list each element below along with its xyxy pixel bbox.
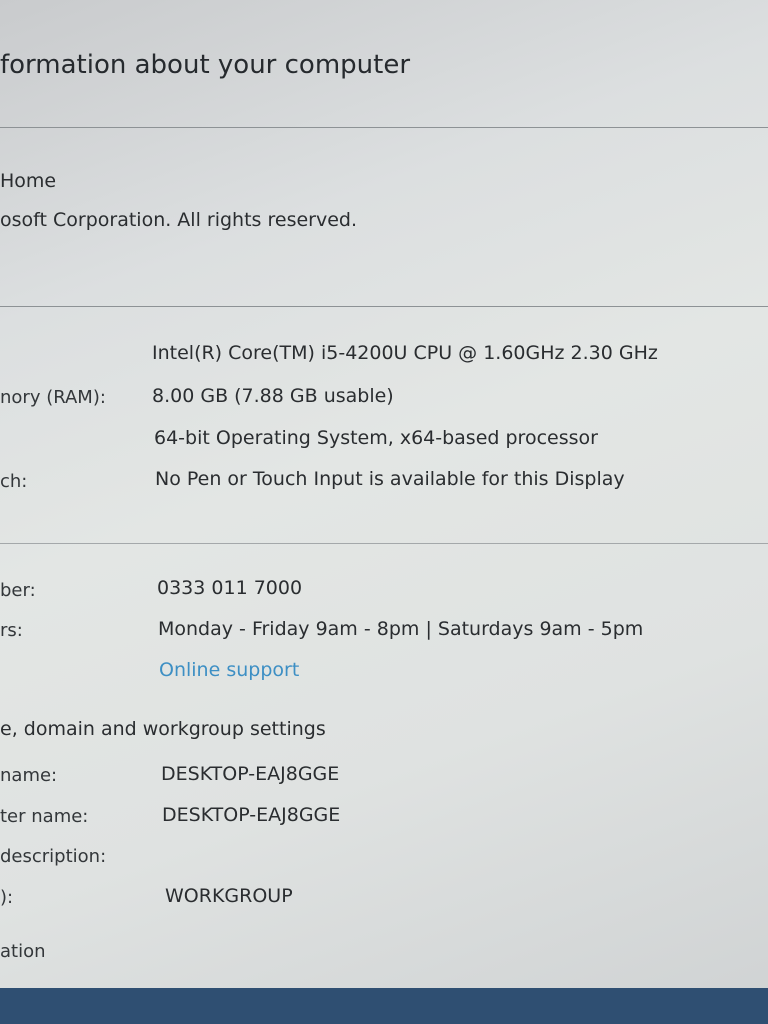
activation-heading: ation	[0, 941, 46, 962]
copyright-text: osoft Corporation. All rights reserved.	[0, 209, 358, 231]
computer-name-label: name:	[0, 765, 58, 786]
divider	[0, 127, 768, 128]
computer-settings-heading: e, domain and workgroup settings	[0, 718, 326, 740]
phone-label: ber:	[0, 580, 36, 601]
processor-value: Intel(R) Core(TM) i5-4200U CPU @ 1.60GHz…	[152, 342, 658, 364]
full-computer-name-label: ter name:	[0, 806, 89, 827]
hours-label: rs:	[0, 620, 23, 641]
pen-touch-value: No Pen or Touch Input is available for t…	[155, 468, 625, 490]
full-computer-name-value: DESKTOP-EAJ8GGE	[162, 804, 341, 826]
divider	[0, 543, 768, 544]
divider	[0, 306, 768, 307]
hours-value: Monday - Friday 9am - 8pm | Saturdays 9a…	[158, 618, 644, 640]
workgroup-value: WORKGROUP	[165, 885, 293, 907]
ram-value: 8.00 GB (7.88 GB usable)	[152, 385, 394, 407]
pen-touch-label: ch:	[0, 471, 28, 492]
system-type-value: 64-bit Operating System, x64-based proce…	[154, 427, 598, 449]
ram-label: nory (RAM):	[0, 387, 106, 408]
computer-name-value: DESKTOP-EAJ8GGE	[161, 763, 340, 785]
windows-edition: Home	[0, 170, 57, 192]
online-support-link[interactable]: Online support	[159, 659, 299, 681]
taskbar	[0, 988, 768, 1024]
computer-description-label: description:	[0, 846, 107, 867]
page-title: formation about your computer	[0, 50, 411, 80]
phone-value: 0333 011 7000	[157, 577, 303, 599]
workgroup-label: ):	[0, 887, 14, 908]
